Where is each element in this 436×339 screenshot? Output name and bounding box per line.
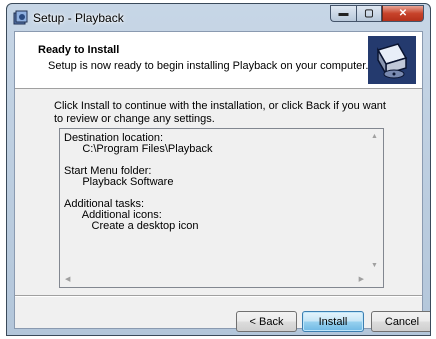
setup-app-icon [13, 10, 29, 26]
screenshot-frame: Setup - Playback ▬ ▢ ✕ Ready to Install … [0, 0, 436, 339]
minimize-button[interactable]: ▬ [330, 5, 356, 22]
ready-summary-memo[interactable]: Destination location: C:\Program Files\P… [59, 128, 384, 288]
cancel-button[interactable]: Cancel [371, 311, 430, 332]
scroll-down-icon[interactable]: ▼ [371, 262, 378, 269]
horizontal-scrollbar[interactable]: ◀ ▶ [60, 271, 367, 287]
page-title: Ready to Install [38, 44, 120, 56]
wizard-header: Ready to Install Setup is now ready to b… [15, 32, 422, 89]
setup-window: Setup - Playback ▬ ▢ ✕ Ready to Install … [6, 3, 431, 336]
close-button[interactable]: ✕ [382, 5, 424, 22]
install-button[interactable]: Install [302, 311, 364, 332]
maximize-button[interactable]: ▢ [356, 5, 382, 22]
window-title: Setup - Playback [33, 11, 124, 25]
scroll-right-icon[interactable]: ▶ [359, 275, 364, 283]
wizard-small-image [368, 36, 416, 84]
window-controls: ▬ ▢ ✕ [330, 5, 424, 23]
summary-text: Destination location: C:\Program Files\P… [64, 132, 213, 232]
scrollbar-corner [367, 271, 383, 287]
bevel-divider [15, 295, 422, 297]
instructions-text: Click Install to continue with the insta… [54, 100, 386, 125]
title-bar[interactable]: Setup - Playback ▬ ▢ ✕ [7, 4, 430, 31]
vertical-scrollbar[interactable]: ▲ ▼ [367, 129, 383, 272]
page-subtitle: Setup is now ready to begin installing P… [48, 60, 369, 72]
scroll-up-icon[interactable]: ▲ [371, 133, 378, 140]
scroll-left-icon[interactable]: ◀ [65, 275, 70, 283]
back-button[interactable]: < Back [236, 311, 297, 332]
wizard-page: Ready to Install Setup is now ready to b… [14, 31, 430, 332]
